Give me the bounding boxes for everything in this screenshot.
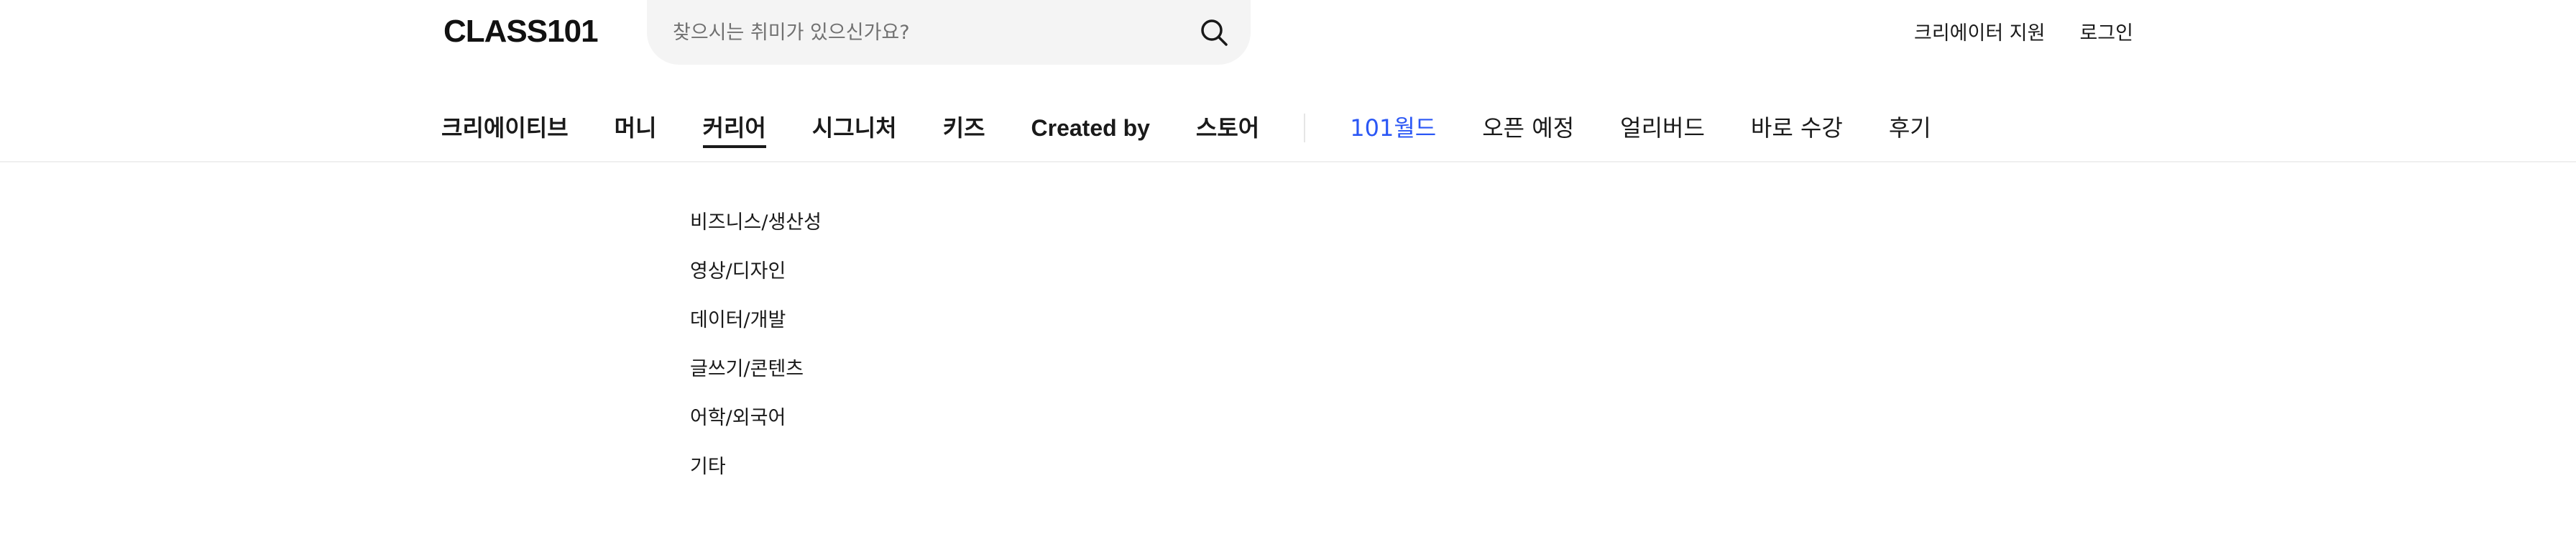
nav-item-instant-access[interactable]: 바로 수강 (1751, 106, 1843, 150)
nav-item-101world[interactable]: 101월드 (1350, 106, 1436, 150)
creator-support-link[interactable]: 크리에이터 지원 (1914, 17, 2045, 45)
logo[interactable]: CLASS101 (443, 13, 599, 50)
nav-item-store[interactable]: 스토어 (1196, 106, 1259, 150)
search-icon[interactable] (1199, 17, 1229, 47)
nav-item-money[interactable]: 머니 (615, 106, 657, 150)
nav-item-career[interactable]: 커리어 (702, 106, 767, 150)
dropdown-item-writing[interactable]: 글쓰기/콘텐츠 (690, 348, 822, 397)
career-dropdown-menu: 비즈니스/생산성 영상/디자인 데이터/개발 글쓰기/콘텐츠 어학/외국어 기타 (690, 201, 822, 495)
search-input[interactable] (671, 20, 1177, 45)
nav-divider (1304, 114, 1306, 142)
dropdown-item-etc[interactable]: 기타 (690, 446, 822, 495)
nav-item-early-bird[interactable]: 얼리버드 (1620, 106, 1705, 150)
dropdown-item-data-dev[interactable]: 데이터/개발 (690, 299, 822, 348)
nav-item-creative[interactable]: 크리에이티브 (441, 106, 569, 150)
nav-item-created-by[interactable]: Created by (1031, 106, 1150, 150)
site-header: CLASS101 크리에이터 지원 로그인 크리에이티브 머니 커리어 시그니처… (0, 0, 2576, 162)
login-link[interactable]: 로그인 (2079, 17, 2133, 45)
dropdown-item-language[interactable]: 어학/외국어 (690, 397, 822, 446)
dropdown-item-video-design[interactable]: 영상/디자인 (690, 250, 822, 299)
main-nav: 크리에이티브 머니 커리어 시그니처 키즈 Created by 스토어 101… (441, 106, 1977, 150)
nav-item-coming-soon[interactable]: 오픈 예정 (1482, 106, 1574, 150)
nav-item-kids[interactable]: 키즈 (943, 106, 985, 150)
nav-item-reviews[interactable]: 후기 (1889, 106, 1931, 150)
nav-item-signature[interactable]: 시그니처 (812, 106, 897, 150)
search-bar[interactable] (647, 0, 1251, 65)
dropdown-item-business[interactable]: 비즈니스/생산성 (690, 201, 822, 250)
top-links: 크리에이터 지원 로그인 (1880, 16, 2133, 46)
